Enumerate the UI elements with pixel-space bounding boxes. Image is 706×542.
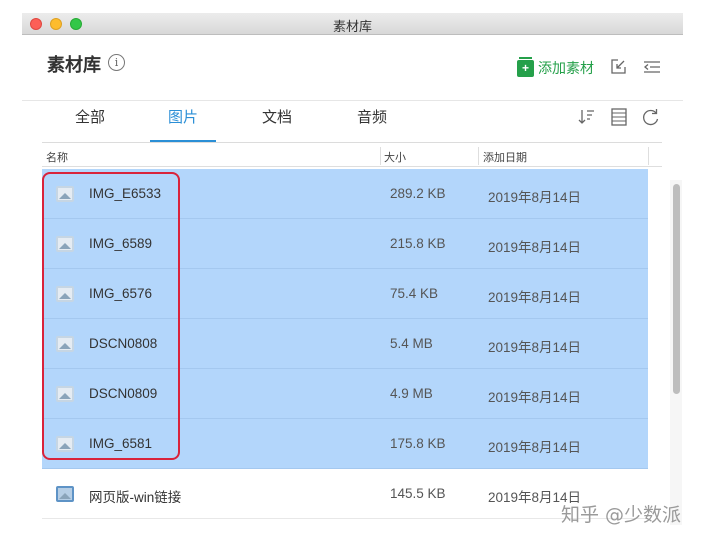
file-size: 4.9 MB xyxy=(390,386,433,401)
file-date: 2019年8月14日 xyxy=(488,190,582,205)
file-size: 175.8 KB xyxy=(390,436,446,451)
list-view-icon[interactable] xyxy=(609,107,629,127)
file-date: 2019年8月14日 xyxy=(488,440,582,455)
scrollbar-thumb[interactable] xyxy=(673,184,680,394)
export-icon[interactable] xyxy=(609,58,627,76)
table-header: 名称 大小 添加日期 xyxy=(42,145,662,167)
file-size: 145.5 KB xyxy=(390,486,446,501)
column-separator xyxy=(380,147,381,165)
table-row[interactable]: IMG_6576 75.4 KB 2019年8月14日 xyxy=(42,269,648,319)
column-header-date[interactable]: 添加日期 xyxy=(483,149,527,165)
image-file-icon xyxy=(56,336,74,352)
add-material-button[interactable]: + 添加素材 xyxy=(517,56,594,78)
file-size: 5.4 MB xyxy=(390,336,433,351)
file-name: DSCN0808 xyxy=(89,336,158,351)
table-row[interactable]: DSCN0808 5.4 MB 2019年8月14日 xyxy=(42,319,648,369)
file-date: 2019年8月14日 xyxy=(488,340,582,355)
info-icon[interactable]: i xyxy=(108,54,125,71)
add-material-label: 添加素材 xyxy=(538,60,594,76)
table-row[interactable]: IMG_6581 175.8 KB 2019年8月14日 xyxy=(42,419,648,469)
window-title: 素材库 xyxy=(332,19,372,34)
image-file-icon xyxy=(56,386,74,402)
tabs-divider xyxy=(42,142,662,143)
file-name: IMG_6576 xyxy=(89,286,153,301)
collapse-panel-icon[interactable] xyxy=(643,58,661,76)
file-size: 215.8 KB xyxy=(390,236,446,251)
refresh-icon[interactable] xyxy=(641,107,661,127)
app-window: 素材库 素材库 i + 添加素材 全部 图片 文档 音频 名称 大小 添加日期 xyxy=(22,13,683,525)
file-date: 2019年8月14日 xyxy=(488,240,582,255)
image-file-icon xyxy=(56,236,74,252)
table-row[interactable]: IMG_6589 215.8 KB 2019年8月14日 xyxy=(42,219,648,269)
image-file-icon xyxy=(56,286,74,302)
table-row[interactable]: 网页版-win链接 145.5 KB 2019年8月14日 xyxy=(42,469,648,519)
image-file-icon xyxy=(56,436,74,452)
column-header-size[interactable]: 大小 xyxy=(384,149,406,165)
file-name: 网页版-win链接 xyxy=(89,490,182,505)
file-list: IMG_E6533 289.2 KB 2019年8月14日 IMG_6589 2… xyxy=(42,169,648,519)
image-file-icon xyxy=(56,186,74,202)
file-date: 2019年8月14日 xyxy=(488,290,582,305)
watermark: 知乎 @少数派 xyxy=(561,504,682,526)
table-row[interactable]: DSCN0809 4.9 MB 2019年8月14日 xyxy=(42,369,648,419)
add-icon: + xyxy=(517,56,534,77)
page-title: 素材库 xyxy=(47,55,101,75)
title-bar: 素材库 xyxy=(22,13,683,35)
file-size: 289.2 KB xyxy=(390,186,446,201)
file-name: IMG_6581 xyxy=(89,436,153,451)
header-divider xyxy=(22,100,683,101)
file-size: 75.4 KB xyxy=(390,286,439,301)
column-separator xyxy=(478,147,479,165)
column-separator xyxy=(648,147,649,165)
file-name: IMG_6589 xyxy=(89,236,153,251)
image-file-icon xyxy=(56,486,74,502)
table-row[interactable]: IMG_E6533 289.2 KB 2019年8月14日 xyxy=(42,169,648,219)
column-header-name[interactable]: 名称 xyxy=(46,149,68,165)
file-name: IMG_E6533 xyxy=(89,186,162,201)
file-name: DSCN0809 xyxy=(89,386,158,401)
file-date: 2019年8月14日 xyxy=(488,390,582,405)
sort-icon[interactable] xyxy=(576,107,596,127)
